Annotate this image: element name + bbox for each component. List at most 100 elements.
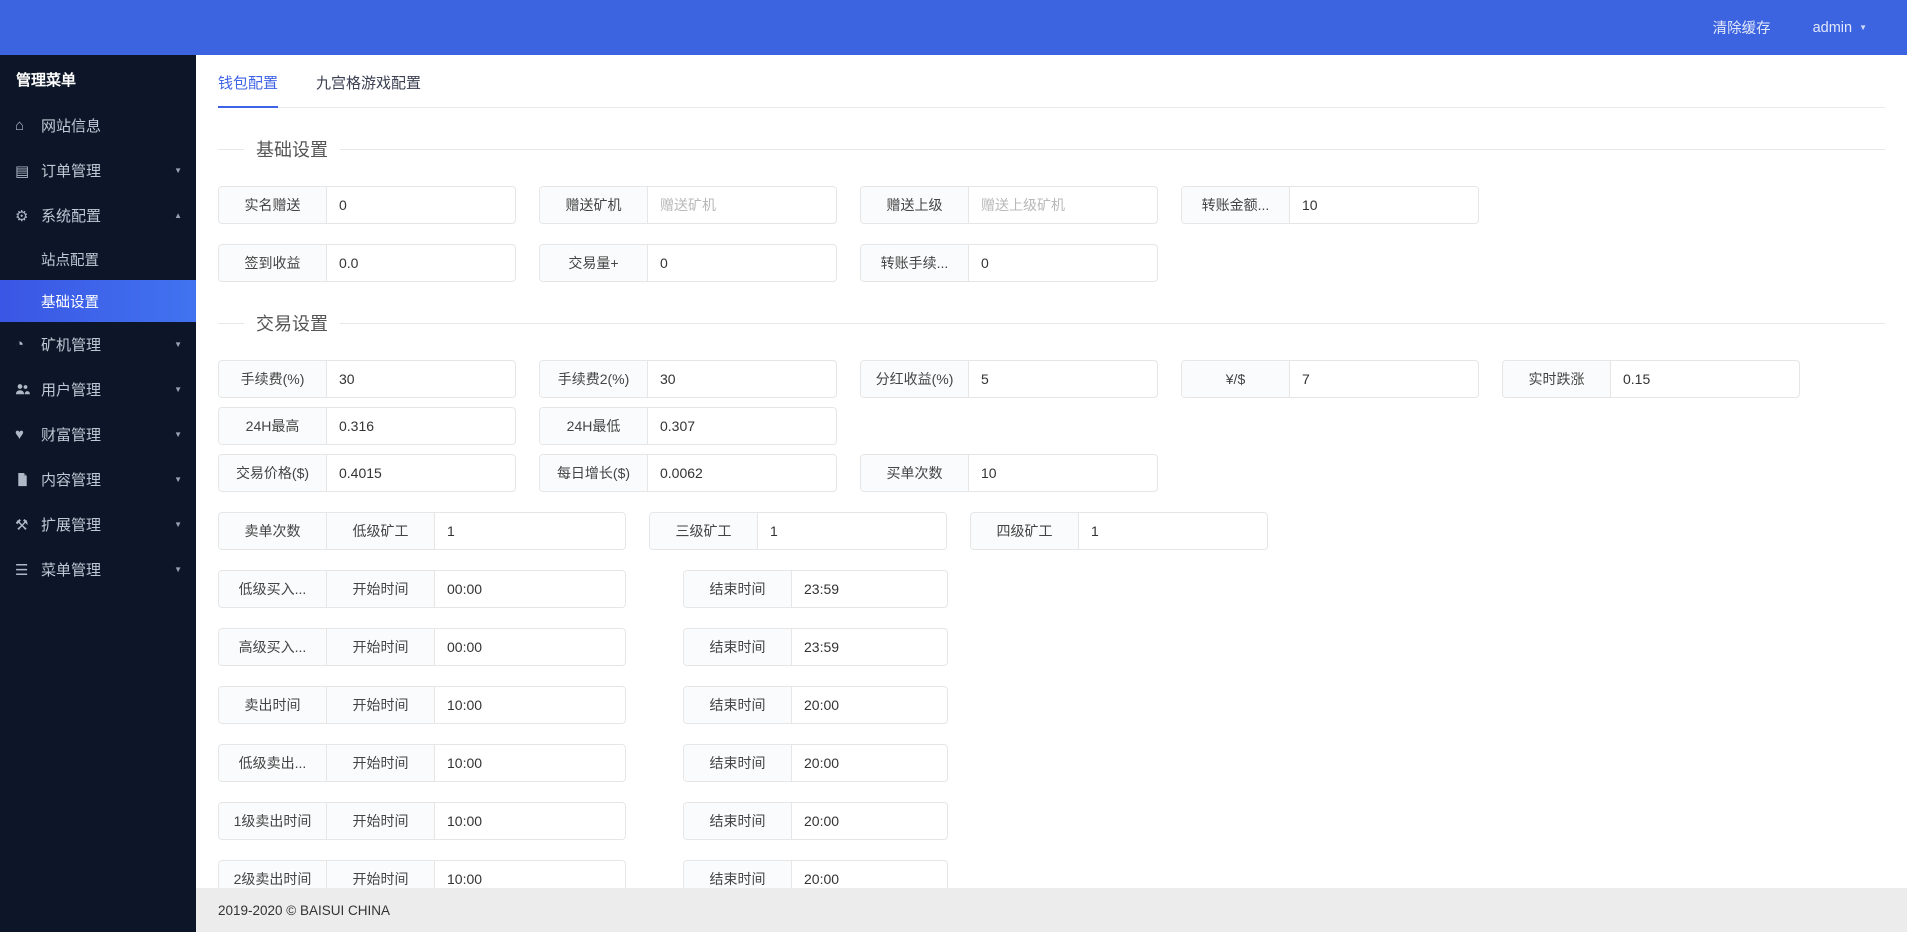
sidebar-item-content[interactable]: 内容管理 ▼ [0,457,196,502]
field-input[interactable] [435,513,625,549]
sidebar-item-users[interactable]: 用户管理 ▼ [0,367,196,412]
field-input[interactable] [327,361,515,397]
dial-icon: ◔ [15,336,25,353]
field-input[interactable] [792,571,947,607]
field-label: 每日增长($) [540,455,648,491]
field-input[interactable] [792,803,947,839]
field-input[interactable] [327,187,515,223]
field-input[interactable] [969,455,1157,491]
sidebar-item-miner[interactable]: ◔ 矿机管理 ▼ [0,322,196,367]
field-input[interactable] [792,687,947,723]
chevron-down-icon: ▼ [174,475,182,484]
input-group: 每日增长($) [539,454,837,492]
form-row: 签到收益 交易量+ 转账手续... [218,244,1885,282]
field-input[interactable] [1290,187,1478,223]
field-label: 24H最高 [219,408,327,444]
field-input[interactable] [327,455,515,491]
sidebar-item-label: 财富管理 [41,427,102,444]
input-group: 手续费(%) [218,360,516,398]
field-input[interactable] [1290,361,1478,397]
sidebar-item-label: 用户管理 [41,382,102,399]
field-label: 结束时间 [684,571,792,607]
input-group: 转账金额... [1181,186,1479,224]
form-row: 卖出时间开始时间 结束时间 [218,686,1885,724]
user-dropdown[interactable]: admin ▼ [1813,20,1867,36]
field-input[interactable] [327,245,515,281]
credit-card-icon: ▤ [15,162,30,180]
field-label: 结束时间 [684,629,792,665]
field-input[interactable] [648,455,836,491]
field-input[interactable] [435,803,625,839]
chevron-down-icon: ▼ [1859,23,1867,32]
input-group: 手续费2(%) [539,360,837,398]
field-input[interactable] [1611,361,1799,397]
input-group: 买单次数 [860,454,1158,492]
field-input[interactable] [648,187,836,223]
input-group: 结束时间 [683,744,948,782]
field-label: 赠送上级 [861,187,969,223]
field-input[interactable] [969,187,1157,223]
input-group: 四级矿工 [970,512,1268,550]
input-group: 实名赠送 [218,186,516,224]
input-group: 交易价格($) [218,454,516,492]
field-label: 结束时间 [684,803,792,839]
sidebar-item-menu[interactable]: ☰ 菜单管理 ▼ [0,547,196,592]
input-group: 赠送上级 [860,186,1158,224]
sidebar-item-wealth[interactable]: ♥ 财富管理 ▼ [0,412,196,457]
form-row: 1级卖出时间开始时间 结束时间 [218,802,1885,840]
field-input[interactable] [648,245,836,281]
main-content: 钱包配置九宫格游戏配置 基础设置实名赠送赠送矿机赠送上级转账金额...签到收益交… [196,55,1907,932]
input-group: 结束时间 [683,686,948,724]
field-input[interactable] [648,408,836,444]
input-group: 签到收益 [218,244,516,282]
field-label: 转账金额... [1182,187,1290,223]
field-input[interactable] [969,361,1157,397]
field-label: 低级买入... [219,571,327,607]
field-input[interactable] [758,513,946,549]
sidebar-item-label: 菜单管理 [41,562,102,579]
field-label: 卖出时间 [219,687,327,723]
input-group: 高级买入... 开始时间 [218,628,626,666]
chevron-down-icon: ▼ [174,385,182,394]
field-label: 四级矿工 [971,513,1079,549]
clear-cache-button[interactable]: 清除缓存 [1713,17,1771,38]
sidebar-item-label: 内容管理 [41,472,102,489]
chevron-down-icon: ▼ [174,166,182,175]
sidebar-item-extend[interactable]: ⚒ 扩展管理 ▼ [0,502,196,547]
input-group: 24H最低 [539,407,837,445]
field-input[interactable] [435,687,625,723]
field-label: 高级买入... [219,629,327,665]
sidebar-item-system-config[interactable]: ⚙ 系统配置 ▲ [0,193,196,238]
form-row: 低级买入...开始时间 结束时间 [218,570,1885,608]
field-input[interactable] [435,629,625,665]
field-label: 开始时间 [327,571,435,607]
sidebar-subitem-basic-settings[interactable]: 基础设置 [0,280,196,322]
input-group: 结束时间 [683,802,948,840]
sidebar-item-site-info[interactable]: ⌂ 网站信息 [0,103,196,148]
field-input[interactable] [435,745,625,781]
tab-wallet-config[interactable]: 钱包配置 [218,72,279,108]
wrench-icon: ⚒ [15,516,29,534]
chevron-down-icon: ▼ [174,340,182,349]
field-input[interactable] [1079,513,1267,549]
list-icon: ☰ [15,561,29,579]
field-label: 交易价格($) [219,455,327,491]
sidebar-item-orders[interactable]: ▤ 订单管理 ▼ [0,148,196,193]
field-input[interactable] [792,629,947,665]
field-label: 转账手续... [861,245,969,281]
sidebar-subitem-label: 站点配置 [41,252,99,269]
sidebar-item-label: 扩展管理 [41,517,102,534]
chevron-up-icon: ▲ [174,211,182,220]
field-input[interactable] [435,571,625,607]
sidebar-subitem-site-config[interactable]: 站点配置 [0,238,196,280]
form-row: 交易价格($) 每日增长($) 买单次数 [218,454,1885,492]
form-area: 基础设置实名赠送 赠送矿机 赠送上级 转账金额... 签到收益 交易量+ 转账手续... 交易… [196,136,1907,932]
document-icon [15,472,41,487]
field-input[interactable] [648,361,836,397]
tab-game-config[interactable]: 九宫格游戏配置 [316,72,421,107]
field-input[interactable] [792,745,947,781]
form-row: 高级买入...开始时间 结束时间 [218,628,1885,666]
field-input[interactable] [969,245,1157,281]
input-group: 结束时间 [683,570,948,608]
field-input[interactable] [327,408,515,444]
